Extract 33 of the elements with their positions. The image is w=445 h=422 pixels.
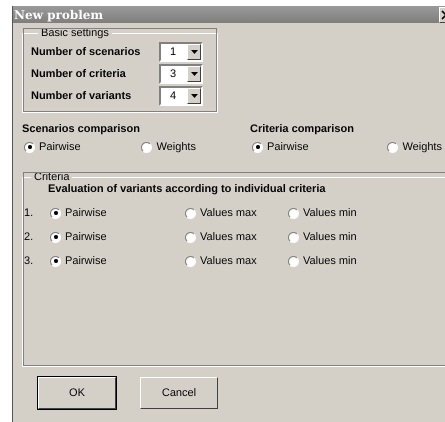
row-number: 3. [24, 255, 34, 267]
radio-option[interactable]: Values min [288, 207, 357, 219]
number-dropdown[interactable]: 3 [159, 64, 203, 84]
radio-option[interactable]: Values max [185, 207, 288, 219]
dialog-button[interactable]: OK [38, 377, 116, 409]
number-dropdown[interactable]: 1 [159, 42, 203, 62]
section-heading: Criteria comparison [250, 123, 355, 137]
radio-option[interactable]: Weights [387, 141, 442, 153]
dropdown-arrow-icon [190, 72, 198, 76]
radio-option[interactable]: Pairwise [252, 141, 309, 153]
group-legend: Basic settings [38, 27, 112, 39]
radio-option[interactable]: Values min [288, 231, 357, 243]
radio-option[interactable]: Pairwise [50, 255, 185, 267]
radio-option[interactable]: Values max [185, 255, 288, 267]
section-heading: Scenarios comparison [22, 123, 141, 137]
radio-option[interactable]: Values max [185, 231, 288, 243]
radio-option[interactable]: Weights [141, 141, 196, 153]
field-label: Number of variants [31, 90, 132, 102]
radio-option[interactable]: Pairwise [24, 141, 81, 153]
radio-option[interactable]: Pairwise [50, 231, 185, 243]
dropdown-arrow-icon [190, 50, 198, 54]
radio-option[interactable]: Pairwise [50, 207, 185, 219]
field-label: Number of scenarios [31, 46, 142, 58]
number-dropdown[interactable]: 4 [159, 86, 203, 106]
dialog-button[interactable]: Cancel [140, 377, 218, 409]
section-heading: Evaluation of variants according to individual criteria [47, 183, 327, 197]
radio-option[interactable]: Values min [288, 255, 357, 267]
row-number: 2. [24, 231, 34, 243]
dropdown-arrow-icon [190, 94, 198, 98]
group-legend: Criteria [31, 171, 72, 183]
window-title: New problem [14, 8, 104, 22]
field-label: Number of criteria [31, 68, 127, 80]
row-number: 1. [24, 207, 34, 219]
